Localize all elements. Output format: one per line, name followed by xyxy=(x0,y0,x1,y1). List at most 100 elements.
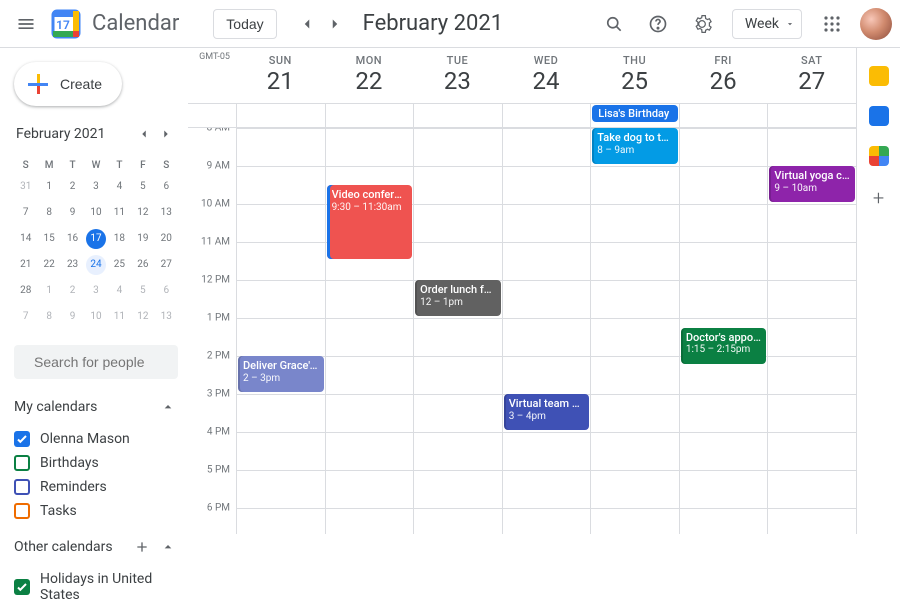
day-header[interactable]: TUE23 xyxy=(413,48,502,103)
event[interactable]: Order lunch for office12 – 1pm xyxy=(415,280,501,316)
mini-day[interactable]: 15 xyxy=(39,229,59,249)
mini-day[interactable]: 10 xyxy=(86,203,106,223)
mini-day[interactable]: 11 xyxy=(109,203,129,223)
allday-event[interactable]: Lisa's Birthday xyxy=(592,105,678,122)
mini-day[interactable]: 12 xyxy=(133,307,153,327)
mini-day[interactable]: 9 xyxy=(63,203,83,223)
checkbox-icon[interactable] xyxy=(14,579,30,595)
account-avatar[interactable] xyxy=(860,8,892,40)
checkbox-icon[interactable] xyxy=(14,455,30,471)
today-button[interactable]: Today xyxy=(213,9,276,39)
mini-day[interactable]: 11 xyxy=(109,307,129,327)
allday-cell[interactable] xyxy=(325,104,414,127)
mini-day[interactable]: 2 xyxy=(63,281,83,301)
settings-icon[interactable] xyxy=(682,4,722,44)
calendar-item[interactable]: Reminders xyxy=(14,479,178,495)
checkbox-icon[interactable] xyxy=(14,479,30,495)
mini-day[interactable]: 3 xyxy=(86,177,106,197)
calendar-item[interactable]: Olenna Mason xyxy=(14,431,178,447)
help-icon[interactable] xyxy=(638,4,678,44)
allday-cell[interactable] xyxy=(767,104,856,127)
mini-day[interactable]: 1 xyxy=(39,177,59,197)
checkbox-icon[interactable] xyxy=(14,431,30,447)
day-column[interactable]: Virtual yoga class9 – 10am xyxy=(767,128,856,534)
mini-day[interactable]: 1 xyxy=(39,281,59,301)
next-week-icon[interactable] xyxy=(321,10,349,38)
mini-day[interactable]: 17 xyxy=(86,229,106,249)
mini-day[interactable]: 16 xyxy=(63,229,83,249)
mini-day[interactable]: 23 xyxy=(63,255,83,275)
day-header[interactable]: FRI26 xyxy=(679,48,768,103)
mini-day[interactable]: 18 xyxy=(109,229,129,249)
mini-day[interactable]: 4 xyxy=(109,281,129,301)
allday-cell[interactable] xyxy=(502,104,591,127)
mini-day[interactable]: 5 xyxy=(133,177,153,197)
mini-day[interactable]: 19 xyxy=(133,229,153,249)
menu-icon[interactable] xyxy=(6,4,46,44)
mini-day[interactable]: 13 xyxy=(156,307,176,327)
mini-day[interactable]: 9 xyxy=(63,307,83,327)
event[interactable]: Video conference9:30 – 11:30am xyxy=(327,185,413,259)
event[interactable]: Virtual team meeting3 – 4pm xyxy=(504,394,590,430)
mini-day[interactable]: 12 xyxy=(133,203,153,223)
mini-day[interactable]: 7 xyxy=(16,203,36,223)
mini-day[interactable]: 24 xyxy=(86,255,106,275)
mini-day[interactable]: 3 xyxy=(86,281,106,301)
day-header[interactable]: THU25 xyxy=(590,48,679,103)
mini-day[interactable]: 31 xyxy=(16,177,36,197)
day-column[interactable]: Video conference9:30 – 11:30am xyxy=(325,128,414,534)
day-header[interactable]: SAT27 xyxy=(767,48,856,103)
day-column[interactable]: Deliver Grace's gift2 – 3pm xyxy=(236,128,325,534)
mini-day[interactable]: 14 xyxy=(16,229,36,249)
mini-day[interactable]: 8 xyxy=(39,203,59,223)
day-column[interactable]: Doctor's appointment1:15 – 2:15pm xyxy=(679,128,768,534)
calendar-item[interactable]: Birthdays xyxy=(14,455,178,471)
mini-prev-icon[interactable] xyxy=(134,124,154,144)
day-header[interactable]: MON22 xyxy=(325,48,414,103)
view-selector[interactable]: Week xyxy=(732,9,802,39)
event[interactable]: Doctor's appointment1:15 – 2:15pm xyxy=(681,328,767,364)
mini-day[interactable]: 25 xyxy=(109,255,129,275)
my-calendars-header[interactable]: My calendars xyxy=(14,399,178,415)
day-header[interactable]: WED24 xyxy=(502,48,591,103)
checkbox-icon[interactable] xyxy=(14,503,30,519)
mini-day[interactable]: 4 xyxy=(109,177,129,197)
event[interactable]: Take dog to the vet8 – 9am xyxy=(592,128,678,164)
day-header[interactable]: SUN21 xyxy=(236,48,325,103)
add-addon-icon[interactable]: + xyxy=(873,186,884,210)
calendar-item[interactable]: Holidays in United States xyxy=(14,571,178,603)
mini-day[interactable]: 13 xyxy=(156,203,176,223)
mini-day[interactable]: 21 xyxy=(16,255,36,275)
mini-day[interactable]: 10 xyxy=(86,307,106,327)
mini-day[interactable]: 8 xyxy=(39,307,59,327)
search-people[interactable] xyxy=(14,345,178,379)
search-icon[interactable] xyxy=(594,4,634,44)
mini-day[interactable]: 26 xyxy=(133,255,153,275)
mini-day[interactable]: 27 xyxy=(156,255,176,275)
day-column[interactable]: Order lunch for office12 – 1pm xyxy=(413,128,502,534)
allday-cell[interactable] xyxy=(236,104,325,127)
mini-next-icon[interactable] xyxy=(156,124,176,144)
event[interactable]: Deliver Grace's gift2 – 3pm xyxy=(238,356,324,392)
mini-day[interactable]: 6 xyxy=(156,281,176,301)
day-column[interactable]: Virtual team meeting3 – 4pm xyxy=(502,128,591,534)
add-calendar-icon[interactable] xyxy=(134,539,150,555)
keep-icon[interactable] xyxy=(869,66,889,86)
prev-week-icon[interactable] xyxy=(293,10,321,38)
allday-cell[interactable] xyxy=(679,104,768,127)
create-button[interactable]: Create xyxy=(14,62,122,106)
mini-day[interactable]: 6 xyxy=(156,177,176,197)
event[interactable]: Virtual yoga class9 – 10am xyxy=(769,166,855,202)
google-apps-icon[interactable] xyxy=(812,4,852,44)
mini-day[interactable]: 5 xyxy=(133,281,153,301)
allday-cell[interactable]: Lisa's Birthday xyxy=(590,104,679,127)
mini-day[interactable]: 7 xyxy=(16,307,36,327)
calendar-item[interactable]: Tasks xyxy=(14,503,178,519)
other-calendars-header[interactable]: Other calendars xyxy=(14,539,178,555)
time-grid[interactable]: 8 AM9 AM10 AM11 AM12 PM1 PM2 PM3 PM4 PM5… xyxy=(188,128,856,534)
tasks-icon[interactable] xyxy=(869,106,889,126)
allday-cell[interactable] xyxy=(413,104,502,127)
mini-day[interactable]: 2 xyxy=(63,177,83,197)
mini-day[interactable]: 28 xyxy=(16,281,36,301)
maps-icon[interactable] xyxy=(869,146,889,166)
